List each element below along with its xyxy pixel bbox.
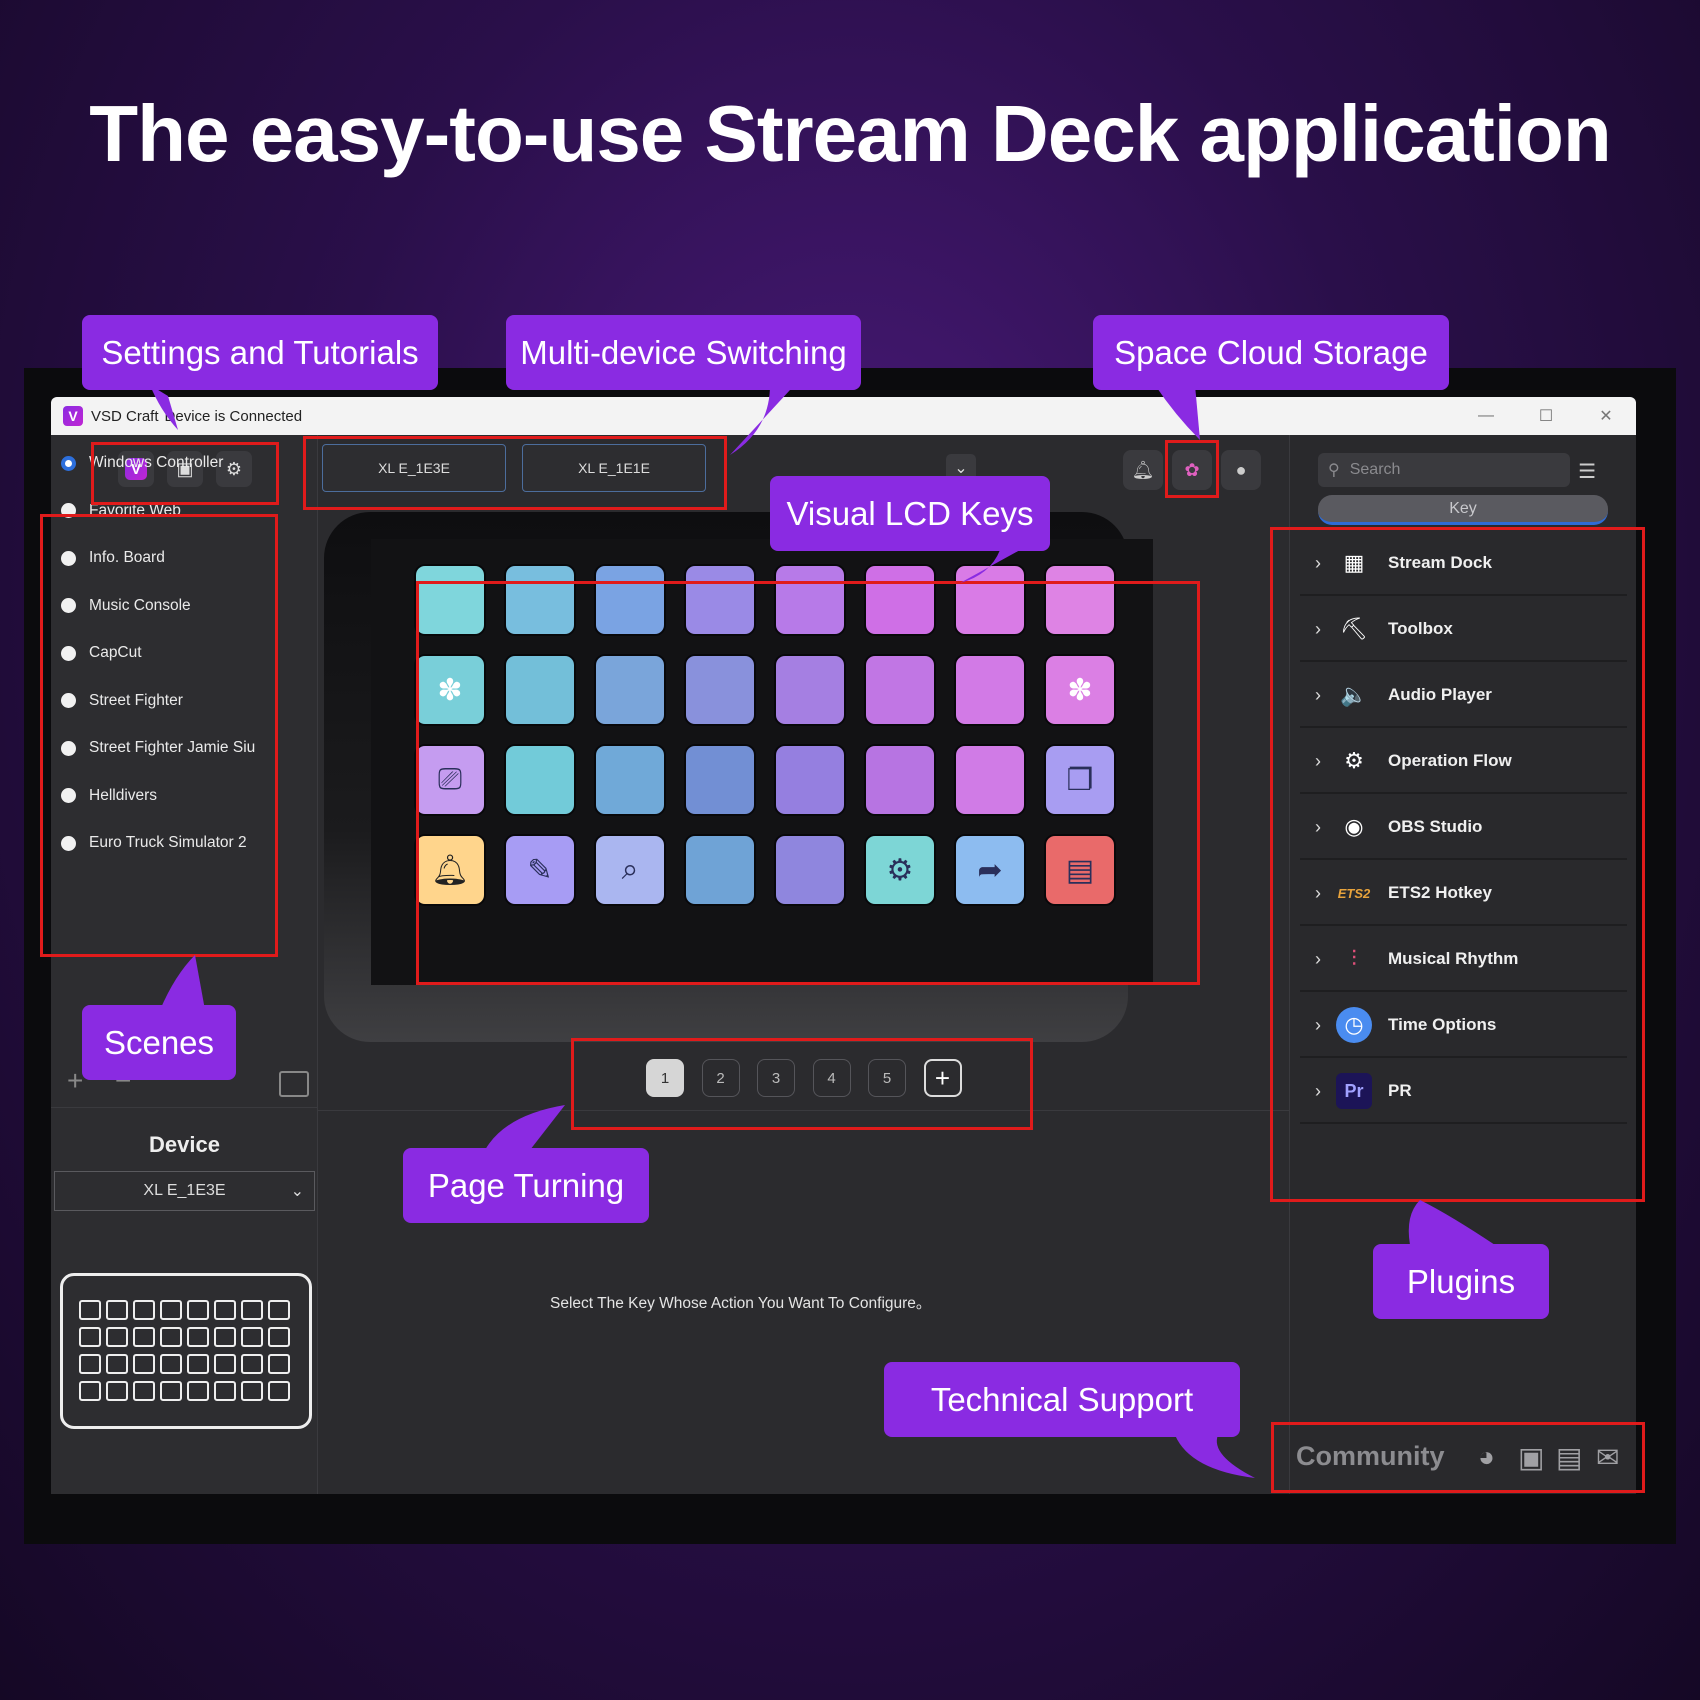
search-input[interactable]: ⚲ Search bbox=[1318, 453, 1570, 487]
device-title: Device bbox=[149, 1132, 220, 1157]
search-placeholder: Search bbox=[1349, 461, 1401, 478]
mini-key bbox=[241, 1327, 263, 1347]
highlight-support bbox=[1271, 1422, 1645, 1493]
title-bar: V VSD Craft Device is Connected — ☐ ✕ bbox=[51, 397, 1636, 435]
mini-key bbox=[133, 1300, 155, 1320]
account-button[interactable]: ● bbox=[1221, 450, 1261, 490]
callout-paging: Page Turning bbox=[403, 1148, 649, 1223]
mini-key bbox=[214, 1381, 236, 1401]
callout-cloud: Space Cloud Storage bbox=[1093, 315, 1449, 390]
connection-status: Device is Connected bbox=[164, 407, 303, 425]
mini-key bbox=[187, 1300, 209, 1320]
mini-key bbox=[106, 1354, 128, 1374]
highlight-cloud bbox=[1165, 440, 1219, 498]
search-icon: ⚲ bbox=[1328, 462, 1340, 479]
minimize-icon[interactable]: — bbox=[1456, 397, 1516, 435]
callout-scenes: Scenes bbox=[82, 1005, 236, 1080]
mini-key bbox=[187, 1381, 209, 1401]
highlight-plugins bbox=[1270, 527, 1645, 1202]
mini-key bbox=[133, 1327, 155, 1347]
configure-hint: Select The Key Whose Action You Want To … bbox=[550, 1295, 932, 1312]
highlight-settings bbox=[91, 442, 279, 505]
callout-lcd: Visual LCD Keys bbox=[770, 476, 1050, 551]
mini-key bbox=[268, 1327, 290, 1347]
callout-support: Technical Support bbox=[884, 1362, 1240, 1437]
close-icon[interactable]: ✕ bbox=[1576, 397, 1636, 435]
mini-key bbox=[214, 1300, 236, 1320]
scene-radio[interactable] bbox=[61, 455, 76, 471]
highlight-device-tabs bbox=[303, 436, 727, 510]
mini-key bbox=[160, 1300, 182, 1320]
scene-library-icon[interactable] bbox=[279, 1071, 309, 1097]
mini-key bbox=[241, 1300, 263, 1320]
maximize-icon[interactable]: ☐ bbox=[1516, 397, 1576, 435]
mini-key bbox=[106, 1300, 128, 1320]
callout-multidevice: Multi-device Switching bbox=[506, 315, 861, 390]
headline: The easy-to-use Stream Deck application bbox=[89, 89, 1612, 178]
device-layout-preview bbox=[60, 1273, 312, 1429]
mini-key bbox=[268, 1354, 290, 1374]
tab-key[interactable]: Key bbox=[1318, 495, 1608, 525]
mini-key bbox=[106, 1381, 128, 1401]
window-controls: — ☐ ✕ bbox=[1456, 397, 1636, 435]
chevron-down-icon: ⌄ bbox=[954, 460, 968, 477]
highlight-scenes bbox=[40, 514, 278, 957]
mini-key bbox=[79, 1327, 101, 1347]
list-view-icon[interactable]: ☰ bbox=[1578, 459, 1596, 484]
chevron-down-icon: ⌄ bbox=[290, 1183, 304, 1200]
user-icon: ● bbox=[1235, 459, 1247, 480]
mini-key bbox=[268, 1381, 290, 1401]
mini-key bbox=[187, 1327, 209, 1347]
mini-key bbox=[133, 1381, 155, 1401]
mini-key bbox=[79, 1300, 101, 1320]
callout-settings: Settings and Tutorials bbox=[82, 315, 438, 390]
highlight-lcd bbox=[416, 581, 1200, 985]
mini-key bbox=[241, 1354, 263, 1374]
mini-key bbox=[160, 1327, 182, 1347]
app-logo-icon: V bbox=[63, 406, 83, 426]
mini-key bbox=[160, 1381, 182, 1401]
mini-key bbox=[79, 1381, 101, 1401]
mini-key bbox=[241, 1381, 263, 1401]
device-select-value: XL E_1E3E bbox=[143, 1182, 226, 1199]
mini-key bbox=[187, 1354, 209, 1374]
mini-key bbox=[79, 1354, 101, 1374]
bell-icon: 🔔︎ bbox=[1131, 459, 1155, 480]
mini-key bbox=[160, 1354, 182, 1374]
device-select[interactable]: XL E_1E3E ⌄ bbox=[54, 1171, 315, 1211]
mini-key bbox=[214, 1327, 236, 1347]
add-scene-icon[interactable]: + bbox=[67, 1065, 83, 1097]
callout-plugins: Plugins bbox=[1373, 1244, 1549, 1319]
app-name: VSD Craft bbox=[91, 407, 159, 425]
notification-button[interactable]: 🔔︎ bbox=[1123, 450, 1163, 490]
divider bbox=[51, 1107, 318, 1108]
mini-key bbox=[214, 1354, 236, 1374]
mini-key bbox=[268, 1300, 290, 1320]
highlight-pager bbox=[571, 1038, 1033, 1130]
mini-key bbox=[133, 1354, 155, 1374]
mini-key bbox=[106, 1327, 128, 1347]
